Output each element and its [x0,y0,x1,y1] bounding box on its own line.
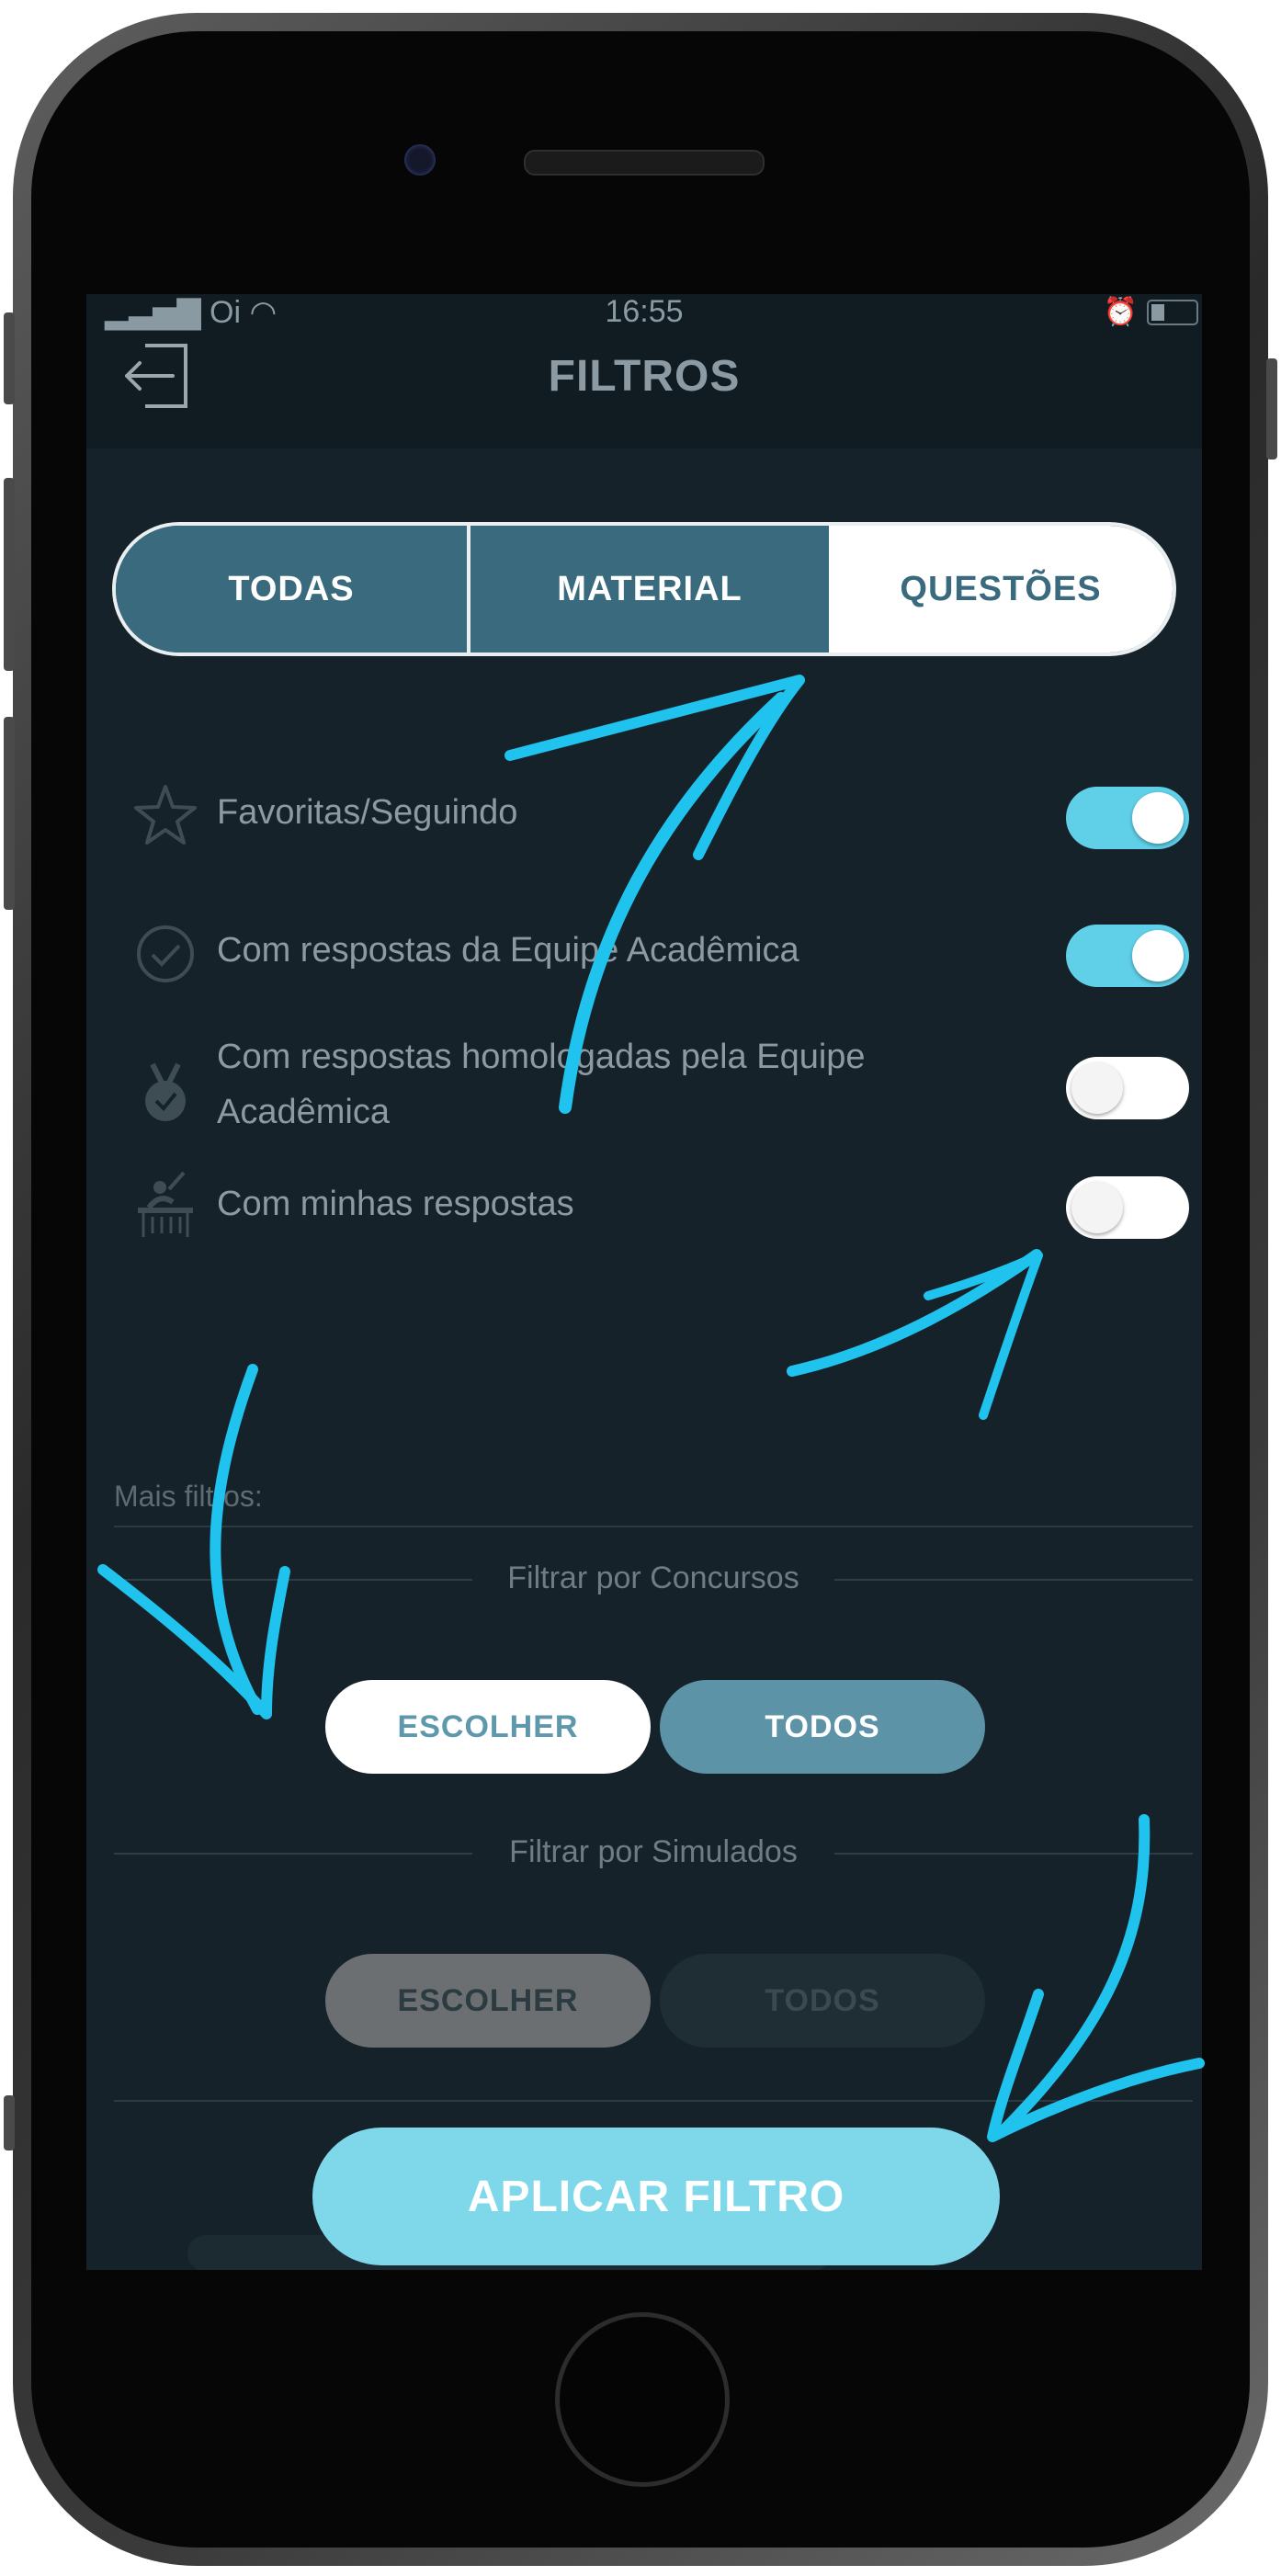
toggle-homologadas[interactable] [1066,1057,1189,1119]
side-button [4,717,15,910]
side-button [4,312,15,404]
divider [114,2100,1193,2102]
toggle-minhas-respostas[interactable] [1066,1176,1189,1239]
divider [834,1579,1193,1581]
option-label-line2: Acadêmica [217,1093,390,1131]
page-title: FILTROS [548,352,741,401]
option-label: Com minhas respostas [217,1185,574,1223]
simulados-section-header: Filtrar por Simulados [114,1834,1193,1871]
student-desk-icon [138,1171,193,1237]
divider [114,1526,1193,1527]
clock: 16:55 [605,294,684,329]
concursos-todos-button[interactable]: TODOS [660,1680,985,1774]
navigation-bar: ▂▃▅▇ Oi ◠ 16:55 ⏰ FILTROS [86,294,1202,448]
check-circle-icon [137,925,194,982]
toggle-equipe-academica[interactable] [1066,925,1189,987]
medal-icon [145,1062,186,1121]
home-button[interactable] [555,2312,730,2487]
alarm-icon: ⏰ [1103,297,1138,327]
side-button [4,478,15,671]
divider [834,1853,1193,1855]
segmented-control: TODAS MATERIAL QUESTÕES [112,522,1176,656]
apply-filter-button[interactable]: APLICAR FILTRO [312,2128,1000,2265]
status-bar: ▂▃▅▇ Oi ◠ 16:55 ⏰ [86,294,1202,331]
star-icon [134,785,197,845]
concursos-section-header: Filtrar por Concursos [114,1560,1193,1597]
more-filters-label: Mais filtros: [114,1480,263,1513]
concursos-escolher-button[interactable]: ESCOLHER [325,1680,651,1774]
toggle-favoritas[interactable] [1066,787,1189,849]
simulados-escolher-button[interactable]: ESCOLHER [325,1954,651,2048]
side-button [4,2095,15,2150]
option-label-line1: Com respostas homologadas pela Equipe [217,1038,866,1076]
side-button [1266,358,1277,460]
tab-questoes[interactable]: QUESTÕES [829,526,1173,653]
speaker-grille [524,150,765,176]
simulados-todos-button[interactable]: TODOS [660,1954,985,2048]
option-label: Favoritas/Seguindo [217,793,518,832]
option-label: Com respostas da Equipe Acadêmica [217,931,799,970]
battery-icon [1147,300,1198,325]
camera [404,144,436,176]
app-screen: ▂▃▅▇ Oi ◠ 16:55 ⏰ FILTROS TODAS MATERIAL… [86,294,1202,2270]
tab-material[interactable]: MATERIAL [470,526,829,653]
tab-todas[interactable]: TODAS [116,526,470,653]
